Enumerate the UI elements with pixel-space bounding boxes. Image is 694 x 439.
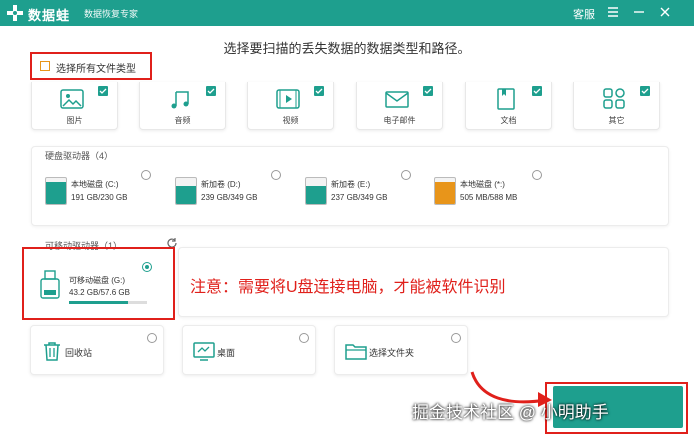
- drive-star[interactable]: 本地磁盘 (*:) 505 MB/588 MB: [434, 177, 549, 219]
- select-all-highlight: 选择所有文件类型: [30, 52, 152, 80]
- type-card-audio[interactable]: 音频: [139, 82, 226, 130]
- type-label: 视频: [282, 116, 299, 125]
- email-icon: [385, 91, 409, 108]
- type-label: 文档: [500, 116, 517, 125]
- image-icon: [60, 89, 84, 109]
- drive-icon: [175, 177, 197, 205]
- logo-icon: [7, 5, 23, 21]
- drive-icon: [45, 177, 67, 205]
- drive-name: 本地磁盘 (C:): [71, 180, 119, 189]
- support-link[interactable]: 客服: [573, 6, 595, 22]
- type-label: 音频: [174, 116, 191, 125]
- location-desktop[interactable]: 桌面: [182, 325, 316, 375]
- recycle-bin-radio[interactable]: [147, 333, 157, 343]
- type-card-video[interactable]: 视频: [247, 82, 334, 130]
- type-checkbox-other[interactable]: [640, 86, 650, 96]
- type-card-document[interactable]: 文档: [465, 82, 552, 130]
- menu-icon[interactable]: [604, 3, 622, 21]
- document-icon: [497, 88, 515, 110]
- location-folder[interactable]: 选择文件夹: [334, 325, 468, 375]
- drive-d-radio[interactable]: [271, 170, 281, 180]
- drive-size: 43.2 GB/57.6 GB: [69, 288, 130, 297]
- drive-size: 505 MB/588 MB: [460, 193, 518, 202]
- type-card-email[interactable]: 电子邮件: [356, 82, 443, 130]
- drive-d[interactable]: 新加卷 (D:) 239 GB/349 GB: [175, 177, 290, 219]
- drive-name: 新加卷 (E:): [331, 180, 371, 189]
- other-icon: [603, 88, 625, 109]
- drive-icon: [434, 177, 456, 205]
- drive-g-radio[interactable]: [142, 262, 152, 272]
- drive-e-radio[interactable]: [401, 170, 411, 180]
- desktop-radio[interactable]: [299, 333, 309, 343]
- drive-star-radio[interactable]: [532, 170, 542, 180]
- usb-drive-icon: [40, 270, 60, 299]
- location-label: 回收站: [65, 348, 93, 358]
- drive-name: 本地磁盘 (*:): [460, 180, 505, 189]
- app-name: 数据蛙: [28, 8, 71, 23]
- app-subtitle: 数据恢复专家: [84, 9, 139, 19]
- location-recycle-bin[interactable]: 回收站: [30, 325, 164, 375]
- watermark: 掘金技术社区 @ 小明助手: [412, 403, 609, 422]
- folder-radio[interactable]: [451, 333, 461, 343]
- drive-c[interactable]: 本地磁盘 (C:) 191 GB/230 GB: [45, 177, 160, 219]
- close-icon[interactable]: [656, 3, 674, 21]
- drive-size: 239 GB/349 GB: [201, 193, 258, 202]
- drive-name: 可移动磁盘 (G:): [69, 276, 125, 285]
- drive-icon: [305, 177, 327, 205]
- drive-e[interactable]: 新加卷 (E:) 237 GB/349 GB: [305, 177, 420, 219]
- drive-size: 191 GB/230 GB: [71, 193, 128, 202]
- drive-c-radio[interactable]: [141, 170, 151, 180]
- select-all-checkbox[interactable]: [40, 61, 50, 71]
- folder-icon: [345, 344, 367, 360]
- type-checkbox-audio[interactable]: [206, 86, 216, 96]
- video-icon: [276, 89, 300, 109]
- type-label: 图片: [66, 116, 83, 125]
- type-card-image[interactable]: 图片: [31, 82, 118, 130]
- drive-size: 237 GB/349 GB: [331, 193, 388, 202]
- usage-bar: [69, 301, 147, 304]
- location-label: 桌面: [217, 348, 236, 358]
- music-icon: [171, 91, 189, 109]
- type-checkbox-document[interactable]: [532, 86, 542, 96]
- type-checkbox-video[interactable]: [314, 86, 324, 96]
- type-card-other[interactable]: 其它: [573, 82, 660, 130]
- trash-icon: [44, 342, 60, 361]
- type-checkbox-email[interactable]: [423, 86, 433, 96]
- hdd-section-title: 硬盘驱动器（4）: [45, 151, 114, 161]
- desktop-icon: [193, 342, 215, 361]
- notice-text: 注意：需要将U盘连接电脑，才能被软件识别: [190, 279, 506, 296]
- type-label: 电子邮件: [383, 116, 416, 125]
- drive-name: 新加卷 (D:): [201, 180, 241, 189]
- type-label: 其它: [608, 116, 625, 125]
- type-checkbox-image[interactable]: [98, 86, 108, 96]
- select-all-label[interactable]: 选择所有文件类型: [56, 60, 136, 75]
- location-label: 选择文件夹: [369, 348, 415, 358]
- title-bar: 数据蛙 数据恢复专家 客服: [0, 0, 694, 26]
- minimize-icon[interactable]: [630, 3, 648, 21]
